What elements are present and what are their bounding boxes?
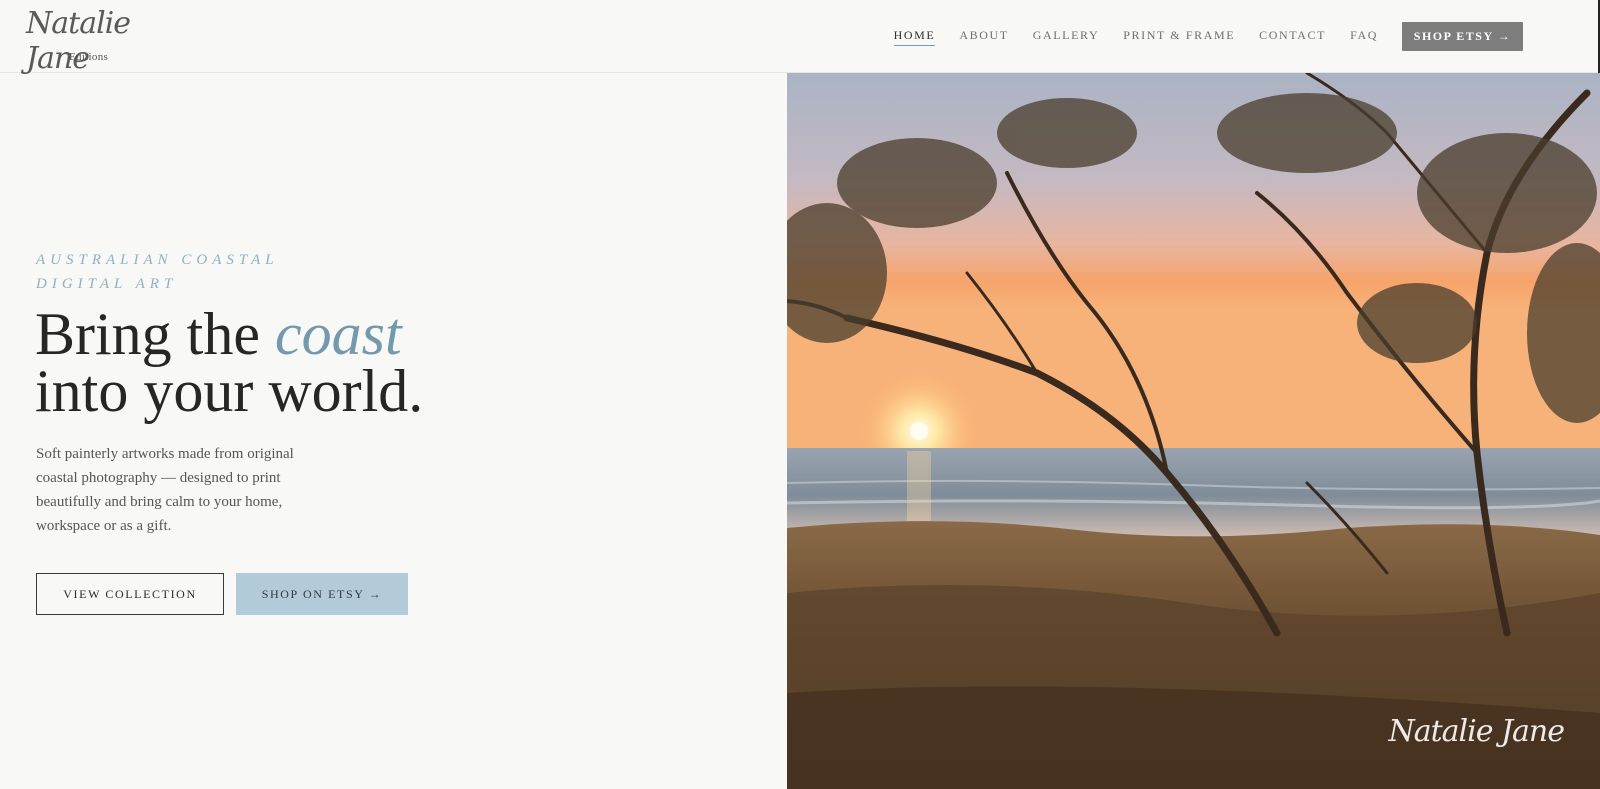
hero-buttons: VIEW COLLECTION SHOP ON ETSY → [36, 573, 408, 615]
hero-image: Natalie Jane [787, 73, 1600, 789]
nav-home[interactable]: HOME [893, 28, 936, 46]
hero-eyebrow: AUSTRALIAN COASTAL DIGITAL ART [36, 252, 279, 292]
image-signature: Natalie Jane [1388, 714, 1565, 749]
logo-subtitle: Editions [69, 51, 109, 63]
shop-on-etsy-button[interactable]: SHOP ON ETSY → [236, 573, 408, 615]
hero-headline: Bring the coast into your world. [35, 304, 595, 421]
nav-print-frame[interactable]: PRINT & FRAME [1123, 28, 1235, 45]
nav-about[interactable]: ABOUT [959, 28, 1008, 45]
nav-gallery[interactable]: GALLERY [1033, 28, 1100, 45]
brand-logo[interactable]: Natalie Jane Editions [26, 6, 156, 76]
shop-etsy-nav-button[interactable]: SHOP ETSY → [1402, 22, 1523, 51]
hero-description: Soft painterly artworks made from origin… [36, 446, 294, 534]
coastal-sunset-illustration [787, 73, 1600, 789]
nav-faq[interactable]: FAQ [1350, 28, 1378, 45]
nav-contact[interactable]: CONTACT [1259, 28, 1326, 45]
main-nav: HOME ABOUT GALLERY PRINT & FRAME CONTACT… [870, 22, 1523, 51]
site-header: Natalie Jane Editions HOME ABOUT GALLERY… [0, 0, 1600, 76]
logo-script-text: Natalie Jane [26, 6, 131, 76]
view-collection-button[interactable]: VIEW COLLECTION [36, 573, 224, 615]
headline-part-2: into your world. [35, 358, 424, 424]
